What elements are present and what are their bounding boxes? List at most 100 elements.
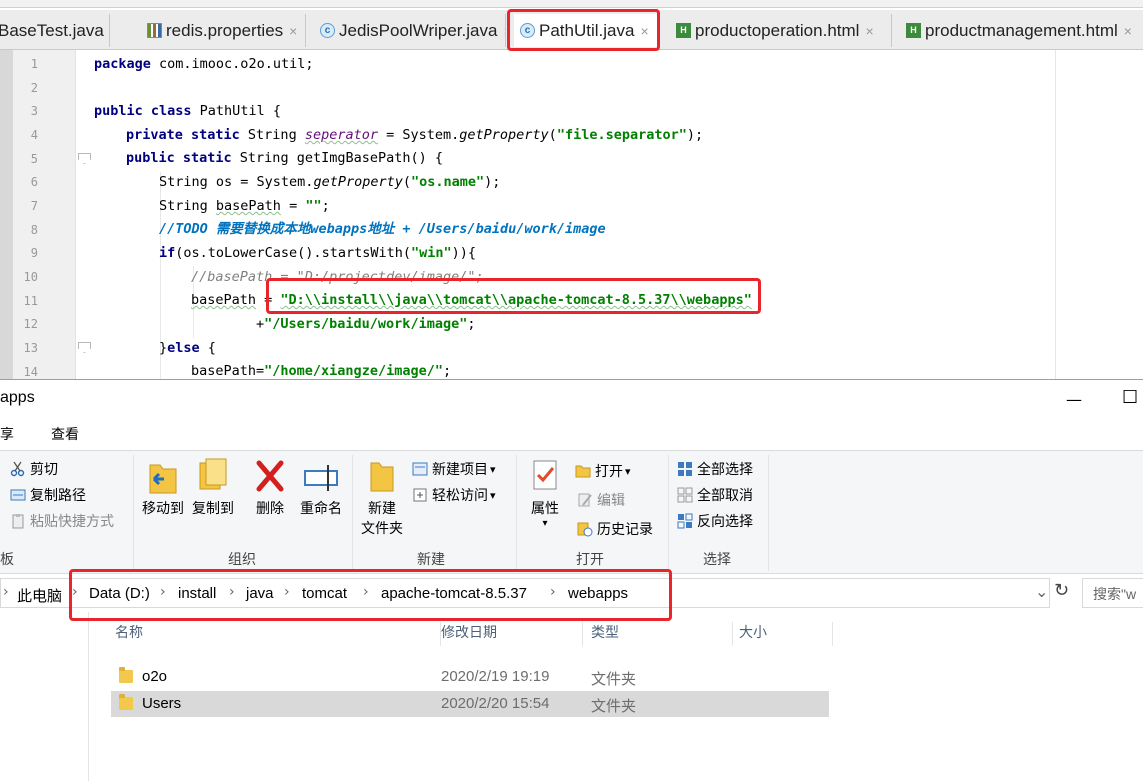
new-item-button[interactable]: 新建项目 ▾ [412,459,496,479]
line-number: 2 [30,81,38,95]
minimize-button[interactable]: — [1058,386,1088,412]
code-area[interactable]: package com.imooc.o2o.util; public class… [94,52,1054,379]
move-to-button[interactable]: 移动到 [140,457,186,519]
code-line-9: if(os.toLowerCase().startsWith("win")){ [159,245,476,261]
line-number: 5 [30,152,38,166]
breadcrumb-separator: › [3,584,9,600]
fold-marker-icon[interactable] [78,342,91,353]
breadcrumb-webapps[interactable]: webapps [568,585,628,602]
close-icon[interactable]: × [1124,23,1132,39]
easy-access-icon [413,488,427,502]
breadcrumb-this-pc[interactable]: 此电脑 [17,585,62,606]
code-line-10: //basePath = "D:/projectdev/image/"; [191,269,484,285]
cut-button[interactable]: 剪切 [10,459,58,479]
html-file-icon: H [906,23,921,38]
new-folder-button[interactable]: 新建 文件夹 [358,457,406,539]
column-header-size[interactable]: 大小 [739,622,833,646]
file-row-o2o[interactable]: o2o 2020/2/19 19:19 文件夹 [111,664,829,690]
column-header-modified[interactable]: 修改日期 [441,622,583,646]
rename-icon [304,465,338,491]
tab-label: productmanagement.html [925,20,1118,40]
address-bar[interactable]: › 此电脑 › Data (D:) › install › java › tom… [0,578,1050,608]
title-bar: apps — ☐ [0,380,1143,418]
breadcrumb-separator[interactable]: › [72,584,78,600]
code-line-11: basePath = "D:\\install\\java\\tomcat\\a… [191,292,752,308]
properties-icon [533,460,557,490]
breadcrumb-data-d[interactable]: Data (D:) [89,585,150,602]
invert-selection-icon [677,513,693,529]
tab-redis-properties[interactable]: redis.properties × [141,14,306,47]
column-header-type[interactable]: 类型 [591,622,733,646]
rename-button[interactable]: 重命名 [296,457,346,519]
delete-x-icon [256,460,284,492]
right-margin-line [1055,50,1056,379]
search-input[interactable]: 搜索"w [1082,578,1143,608]
tab-productmanagement[interactable]: H productmanagement.html × [900,14,1143,47]
easy-access-label: 轻松访问 [432,488,488,504]
copy-path-button[interactable]: 复制路径 [10,485,86,505]
fold-marker-icon[interactable] [78,153,91,164]
edit-button[interactable]: 编辑 [577,490,625,510]
copy-to-button[interactable]: 复制到 [190,457,236,519]
history-button[interactable]: 历史记录 [577,519,653,539]
file-modified: 2020/2/20 15:54 [441,695,550,712]
line-number: 3 [30,104,38,118]
close-icon[interactable]: × [503,23,505,39]
line-number: 8 [30,223,38,237]
tab-label: productoperation.html [695,20,860,40]
new-folder-label-1: 新建 [368,501,396,517]
close-icon[interactable]: × [289,23,297,39]
invert-selection-button[interactable]: 反向选择 [677,511,753,531]
breadcrumb-separator[interactable]: › [160,584,166,600]
code-line-6: String os = System.getProperty("os.name"… [159,174,501,190]
breadcrumb-separator[interactable]: › [229,584,235,600]
copy-to-label: 复制到 [192,501,234,517]
breadcrumb-apache-tomcat[interactable]: apache-tomcat-8.5.37 [381,585,527,602]
move-to-label: 移动到 [142,501,184,517]
java-class-icon: c [320,23,335,38]
line-number: 1 [30,57,38,71]
ide-editor: BaseTest.java redis.properties × c Jedis… [0,0,1143,379]
column-header-name[interactable]: 名称 [115,622,441,646]
select-none-button[interactable]: 全部取消 [677,485,753,505]
open-button[interactable]: 打开 ▾ [575,461,631,481]
gutter-strip [0,50,13,379]
folder-icon [119,667,133,683]
maximize-button[interactable]: ☐ [1114,386,1143,412]
address-dropdown-icon[interactable]: ⌄ [1035,582,1048,601]
tab-share[interactable]: 享 [0,424,14,444]
select-all-button[interactable]: 全部选择 [677,459,753,479]
html-file-icon: H [676,23,691,38]
tab-jedispoolwriper[interactable]: c JedisPoolWriper.java × [314,14,506,47]
breadcrumb-separator[interactable]: › [550,584,556,600]
open-folder-icon [575,465,591,478]
chevron-down-icon: ▾ [490,462,496,476]
tab-pathutil[interactable]: c PathUtil.java × [514,14,658,47]
close-icon[interactable]: × [865,23,873,39]
ribbon-separator [352,455,353,571]
easy-access-button[interactable]: 轻松访问 ▾ [412,485,496,505]
tab-basetest[interactable]: BaseTest.java [0,14,110,47]
code-line-3: public class PathUtil { [94,103,281,119]
delete-button[interactable]: 删除 [250,457,290,519]
group-label-new: 新建 [417,552,445,568]
breadcrumb-separator[interactable]: › [363,584,369,600]
invert-selection-label: 反向选择 [697,514,753,530]
editor-tab-bar: BaseTest.java redis.properties × c Jedis… [0,10,1143,50]
properties-button[interactable]: 属性 ▾ [524,457,566,529]
code-line-1: package com.imooc.o2o.util; [94,56,314,72]
tab-productoperation[interactable]: H productoperation.html × [670,14,892,47]
breadcrumb-java[interactable]: java [246,585,274,602]
paste-shortcut-button[interactable]: 粘贴快捷方式 [10,511,114,531]
folder-icon [370,462,394,492]
breadcrumb-separator[interactable]: › [284,584,290,600]
paste-shortcut-label: 粘贴快捷方式 [30,514,114,530]
refresh-icon[interactable]: ↻ [1054,580,1069,601]
breadcrumb-tomcat[interactable]: tomcat [302,585,347,602]
file-explorer-window: apps — ☐ 享 查看 剪切 复制路径 粘贴快捷方式 板 移动到 复制到 删… [0,379,1143,781]
navigation-pane[interactable] [0,612,89,781]
tab-view[interactable]: 查看 [51,424,79,444]
close-icon[interactable]: × [640,23,648,39]
breadcrumb-install[interactable]: install [178,585,216,602]
file-row-users[interactable]: Users 2020/2/20 15:54 文件夹 [111,691,829,717]
